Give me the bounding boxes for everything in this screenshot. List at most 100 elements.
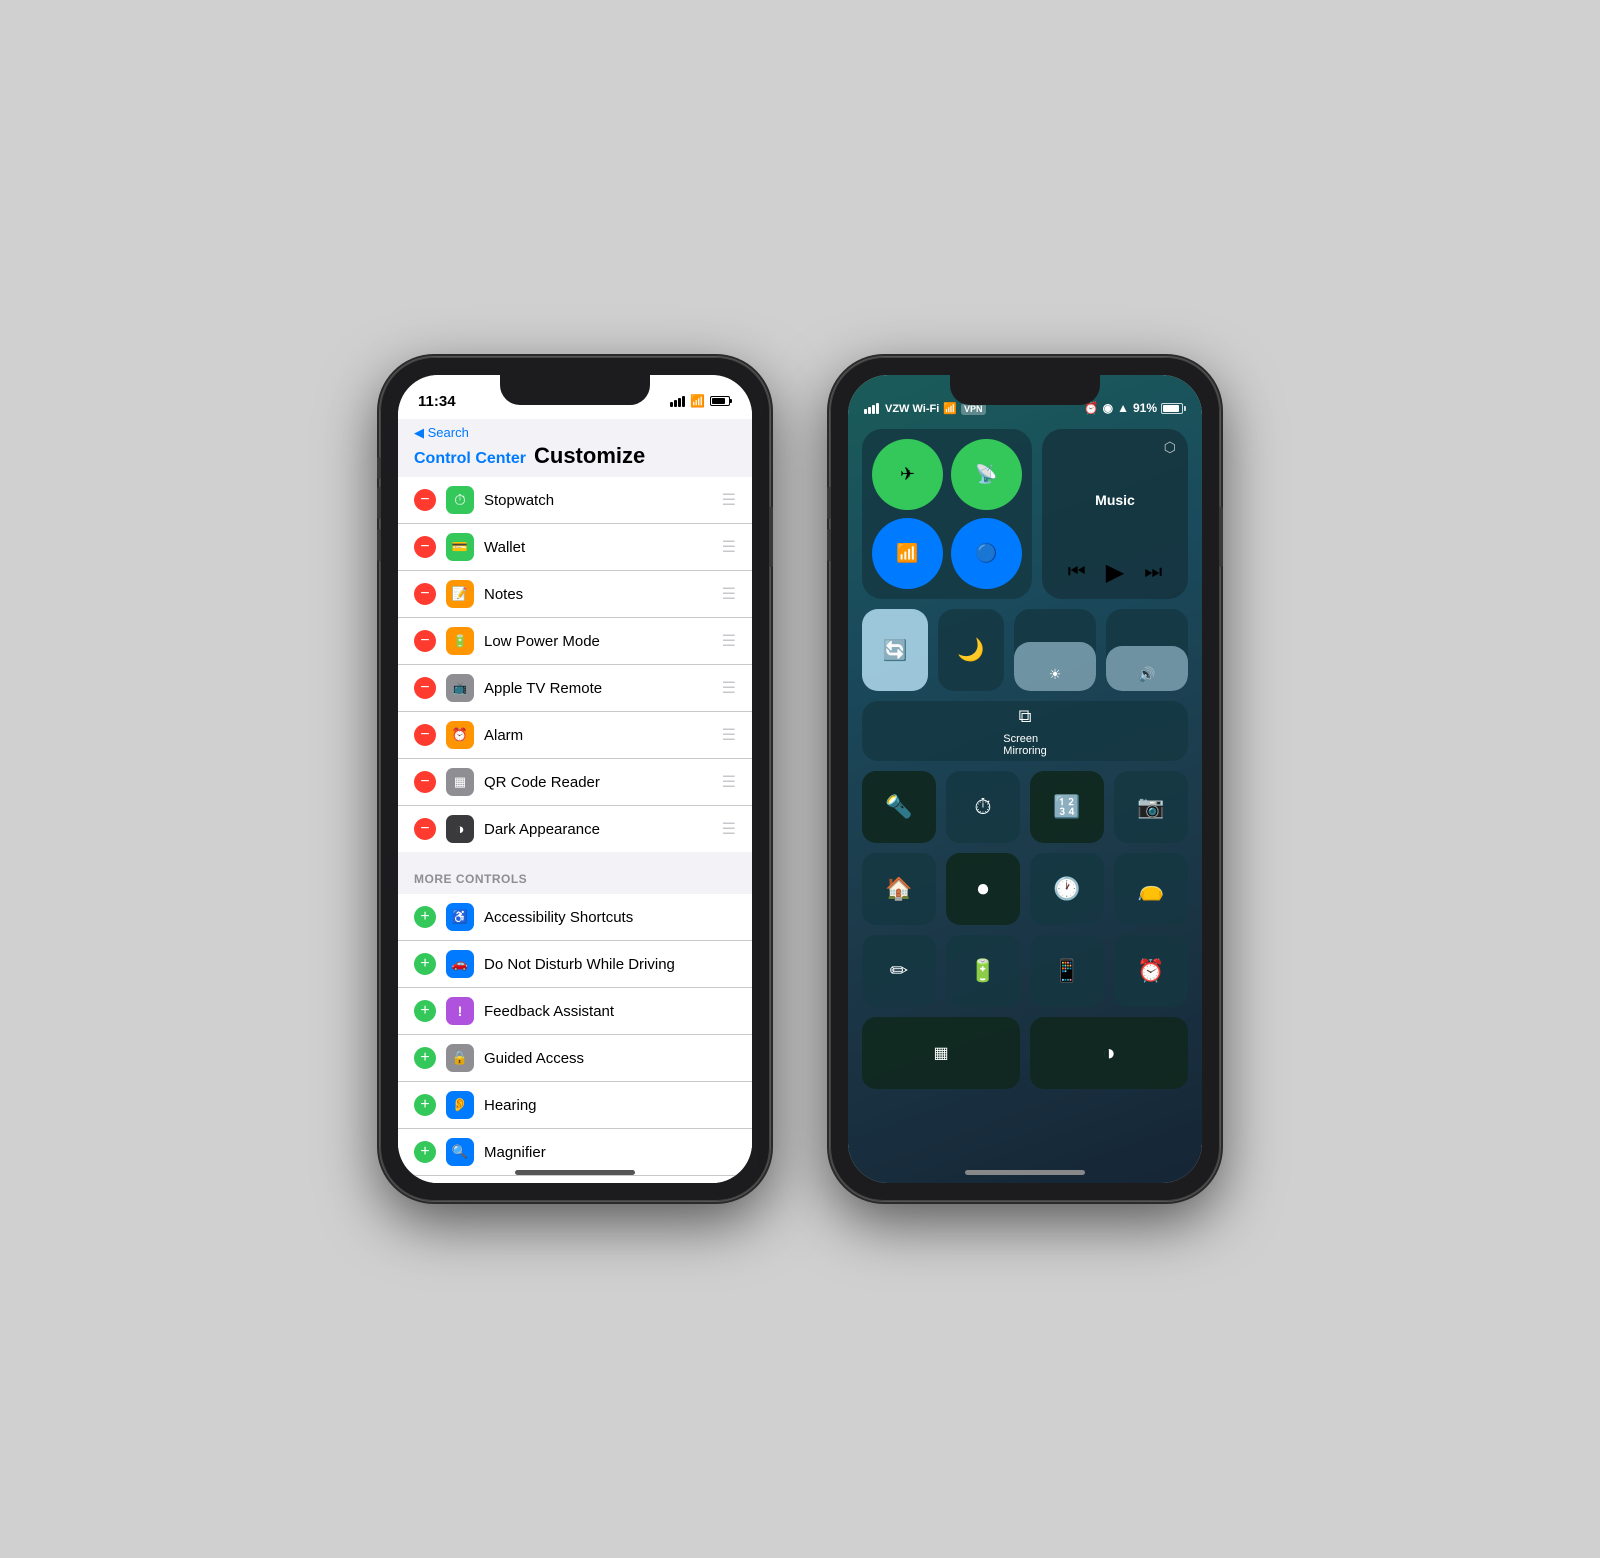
music-title: Music (1054, 441, 1176, 558)
screen-mirroring-btn[interactable]: ⧉ ScreenMirroring (862, 701, 1188, 761)
cc-row-top: ✈ 📡 📶 🔵 ⬡ Music ⏮ ▶ ⏭ (862, 429, 1188, 599)
row-label: Alarm (484, 727, 712, 744)
drag-handle[interactable]: ☰ (722, 678, 736, 698)
vol-down-right[interactable] (827, 529, 831, 561)
settings-screen: 11:34 📶 (398, 375, 752, 1183)
remove-button[interactable]: − (414, 489, 436, 511)
play-btn[interactable]: ▶ (1106, 558, 1124, 587)
list-item[interactable]: − ⏱ Stopwatch ☰ (398, 477, 752, 524)
add-button[interactable]: + (414, 953, 436, 975)
battery-btn[interactable]: 🔋 (946, 935, 1020, 1007)
drag-handle[interactable]: ☰ (722, 725, 736, 745)
music-controls: ⏮ ▶ ⏭ (1054, 558, 1176, 587)
silent-switch[interactable] (377, 457, 381, 479)
remove-button[interactable]: − (414, 818, 436, 840)
timer-btn[interactable]: ⏱ (946, 771, 1020, 843)
add-button[interactable]: + (414, 906, 436, 928)
record-btn[interactable]: ⏺ (946, 853, 1020, 925)
cc-row-5: ✏ 🔋 📱 ⏰ (862, 935, 1188, 1007)
vol-up-button[interactable] (377, 487, 381, 519)
list-item[interactable]: − ◑ Dark Appearance ☰ (398, 806, 752, 852)
drag-handle[interactable]: ☰ (722, 584, 736, 604)
drag-handle[interactable]: ☰ (722, 772, 736, 792)
dark-mode-btn[interactable]: ◑ (1030, 1017, 1188, 1089)
signal-bars (670, 396, 685, 407)
left-phone: 11:34 📶 (380, 357, 770, 1201)
notes-btn[interactable]: ✏ (862, 935, 936, 1007)
rotation-lock-btn[interactable]: 🔄 (862, 609, 928, 691)
list-item[interactable]: − ⏰ Alarm ☰ (398, 712, 752, 759)
right-phone-screen: VZW Wi-Fi 📶 VPN ⏰ ◉ ▲ 91% (848, 375, 1202, 1183)
cc-right-icons: ⏰ ◉ ▲ 91% (1084, 401, 1186, 415)
row-label: Apple TV Remote (484, 680, 712, 697)
row-label: Wallet (484, 539, 712, 556)
cellular-btn[interactable]: 📡 (951, 439, 1022, 510)
nav-back[interactable]: ◀ Search (414, 425, 736, 441)
remove-button[interactable]: − (414, 630, 436, 652)
nav-parent[interactable]: Control Center (414, 450, 526, 468)
list-item[interactable]: − 🔋 Low Power Mode ☰ (398, 618, 752, 665)
wifi-btn[interactable]: 📶 (872, 518, 943, 589)
qr-btn[interactable]: ▦ (862, 1017, 1020, 1089)
add-button[interactable]: + (414, 1047, 436, 1069)
list-item[interactable]: + 👂 Hearing (398, 1082, 752, 1129)
clock-btn[interactable]: 🕐 (1030, 853, 1104, 925)
camera-btn[interactable]: 📷 (1114, 771, 1188, 843)
row-icon: ⏰ (446, 721, 474, 749)
remove-button[interactable]: − (414, 724, 436, 746)
alarm-btn[interactable]: ⏰ (1114, 935, 1188, 1007)
airplay-icon[interactable]: ⬡ (1164, 439, 1176, 456)
list-item[interactable]: + ! Feedback Assistant (398, 988, 752, 1035)
connectivity-tile[interactable]: ✈ 📡 📶 🔵 (862, 429, 1032, 599)
row-icon: 👂 (446, 1091, 474, 1119)
vol-down-button[interactable] (377, 529, 381, 561)
airplane-mode-btn[interactable]: ✈ (872, 439, 943, 510)
remove-button[interactable]: − (414, 771, 436, 793)
row-label: Accessibility Shortcuts (484, 909, 736, 926)
home-btn[interactable]: 🏠 (862, 853, 936, 925)
drag-handle[interactable]: ☰ (722, 490, 736, 510)
remove-button[interactable]: − (414, 677, 436, 699)
add-button[interactable]: + (414, 1141, 436, 1163)
nav-title: Customize (534, 443, 645, 469)
remote-btn[interactable]: 📱 (1030, 935, 1104, 1007)
list-item[interactable]: − 💳 Wallet ☰ (398, 524, 752, 571)
cc-row-3: 🔦 ⏱ 🔢 📷 (862, 771, 1188, 843)
list-item[interactable]: + Aa Text Size (398, 1176, 752, 1183)
add-button[interactable]: + (414, 1000, 436, 1022)
drag-handle[interactable]: ☰ (722, 537, 736, 557)
list-item[interactable]: − 📺 Apple TV Remote ☰ (398, 665, 752, 712)
fast-forward-btn[interactable]: ⏭ (1144, 561, 1162, 584)
drag-handle[interactable]: ☰ (722, 631, 736, 651)
volume-slider[interactable]: 🔊 (1106, 609, 1188, 691)
rewind-btn[interactable]: ⏮ (1068, 561, 1086, 584)
list-item[interactable]: + 🚗 Do Not Disturb While Driving (398, 941, 752, 988)
music-tile[interactable]: ⬡ Music ⏮ ▶ ⏭ (1042, 429, 1188, 599)
notch-right (950, 375, 1100, 405)
row-icon: 🚗 (446, 950, 474, 978)
calculator-btn[interactable]: 🔢 (1030, 771, 1104, 843)
battery-icon (1161, 403, 1186, 414)
add-button[interactable]: + (414, 1094, 436, 1116)
brightness-slider[interactable]: ☀ (1014, 609, 1096, 691)
drag-handle[interactable]: ☰ (722, 819, 736, 839)
cc-row-4: 🏠 ⏺ 🕐 👝 (862, 853, 1188, 925)
list-item[interactable]: + ♿ Accessibility Shortcuts (398, 894, 752, 941)
status-icons: 📶 (670, 394, 732, 408)
flashlight-btn[interactable]: 🔦 (862, 771, 936, 843)
list-item[interactable]: − ▦ QR Code Reader ☰ (398, 759, 752, 806)
direction-icon: ▲ (1117, 401, 1129, 415)
right-phone: VZW Wi-Fi 📶 VPN ⏰ ◉ ▲ 91% (830, 357, 1220, 1201)
vol-up-right[interactable] (827, 487, 831, 519)
do-not-disturb-btn[interactable]: 🌙 (938, 609, 1004, 691)
list-item[interactable]: − 📝 Notes ☰ (398, 571, 752, 618)
list-item[interactable]: + 🔒 Guided Access (398, 1035, 752, 1082)
remove-button[interactable]: − (414, 536, 436, 558)
list-item[interactable]: + 🔍 Magnifier (398, 1129, 752, 1176)
power-button-right[interactable] (1219, 507, 1223, 567)
wallet-btn[interactable]: 👝 (1114, 853, 1188, 925)
remove-button[interactable]: − (414, 583, 436, 605)
bluetooth-btn[interactable]: 🔵 (951, 518, 1022, 589)
row-icon: ! (446, 997, 474, 1025)
power-button[interactable] (769, 507, 773, 567)
